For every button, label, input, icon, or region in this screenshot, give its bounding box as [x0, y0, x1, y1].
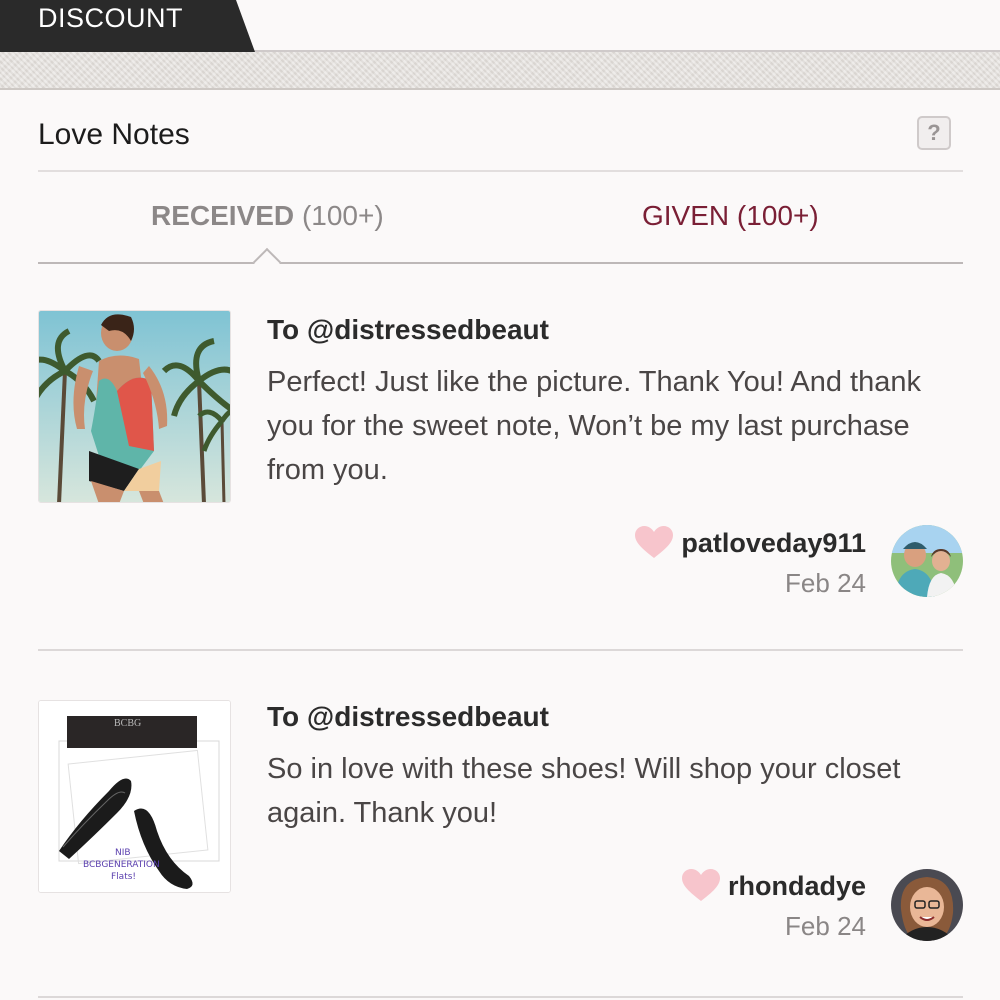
note-recipient[interactable]: To @distressedbeaut: [267, 314, 957, 346]
top-bar: DISCOUNT: [0, 0, 1000, 52]
note-message: Perfect! Just like the picture. Thank Yo…: [267, 366, 921, 486]
shoe-box-brand: BCBG: [114, 718, 141, 729]
tab-received[interactable]: RECEIVED (100+): [151, 200, 384, 232]
thumbnail-caption-line1: NIB: [115, 848, 131, 858]
tab-given-count: (100+): [736, 200, 819, 231]
heart-icon: [681, 869, 720, 901]
author-username[interactable]: patloveday911: [681, 528, 866, 559]
thumbnail-caption-line3: Flats!: [111, 872, 136, 882]
note-date: Feb 24: [785, 568, 866, 598]
section-title: Love Notes: [38, 118, 190, 151]
note-message: So in love with these shoes! Will shop y…: [267, 753, 901, 829]
love-note: BCBG NIB BCBGENERATION Flats! To @distre…: [38, 651, 963, 998]
note-author: patloveday911 Feb 24: [635, 526, 866, 599]
shoes-photo: BCBG NIB BCBGENERATION Flats!: [39, 701, 230, 892]
author-username[interactable]: rhondadye: [728, 871, 866, 902]
heart-icon: [635, 526, 674, 558]
avatar[interactable]: [891, 869, 963, 941]
listing-thumbnail[interactable]: [38, 310, 231, 503]
user-avatar-image: [891, 869, 963, 941]
love-notes-tabs: RECEIVED (100+) GIVEN (100+): [38, 172, 963, 277]
tab-received-count: (100+): [301, 200, 384, 231]
note-author: rhondadye Feb 24: [681, 869, 866, 942]
tab-given-label: GIVEN: [642, 200, 730, 231]
note-date: Feb 24: [785, 911, 866, 941]
help-button[interactable]: ?: [917, 116, 951, 150]
user-avatar-image: [891, 525, 963, 597]
note-recipient[interactable]: To @distressedbeaut: [267, 701, 957, 733]
love-notes-header: Love Notes ?: [38, 92, 963, 172]
tab-given[interactable]: GIVEN (100+): [642, 200, 819, 232]
tab-received-label: RECEIVED: [151, 200, 295, 231]
discount-tab[interactable]: DISCOUNT: [0, 0, 255, 52]
thumbnail-caption-line2: BCBGENERATION: [83, 860, 160, 870]
note-body: To @distressedbeaut Perfect! Just like t…: [267, 314, 957, 492]
love-note: To @distressedbeaut Perfect! Just like t…: [38, 264, 963, 651]
texture-banner: [0, 52, 1000, 90]
listing-thumbnail[interactable]: BCBG NIB BCBGENERATION Flats!: [38, 700, 231, 893]
note-body: To @distressedbeaut So in love with thes…: [267, 701, 957, 835]
swimsuit-photo: [39, 311, 230, 502]
avatar[interactable]: [891, 525, 963, 597]
